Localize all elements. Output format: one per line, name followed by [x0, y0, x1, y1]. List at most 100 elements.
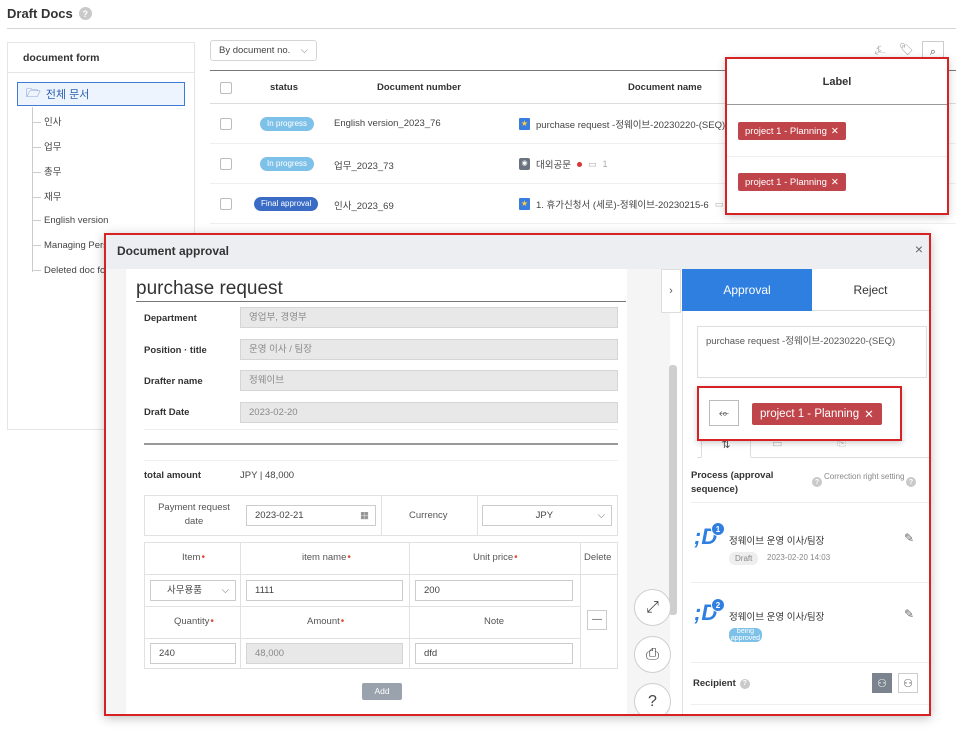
label-tag[interactable]: project 1 - Planning ✕: [738, 122, 846, 140]
note-input[interactable]: dfd: [415, 643, 573, 664]
document-number[interactable]: English version_2023_76: [334, 118, 441, 129]
item-name-header: item name: [302, 552, 351, 563]
divider: [144, 429, 618, 430]
payment-date-label: Payment request date: [158, 502, 230, 527]
edit-pencil-icon[interactable]: ✎: [904, 607, 914, 621]
select-all-checkbox[interactable]: [220, 82, 232, 94]
sidebar-item-finance[interactable]: 재무: [32, 189, 61, 203]
note-header: Note: [484, 616, 505, 627]
add-user-icon[interactable]: ⚇: [898, 673, 918, 693]
sidebar-root-folder[interactable]: 🗁 전체 문서: [17, 82, 185, 106]
tab-reject[interactable]: Reject: [812, 269, 929, 311]
item-select-value: 사무용품: [167, 585, 202, 596]
correction-label[interactable]: Correction right setting: [824, 471, 908, 483]
divider: [381, 495, 382, 536]
add-recipient-icon[interactable]: ⚇: [872, 673, 892, 693]
currency-select[interactable]: JPY ⌵: [482, 505, 612, 526]
recipient-label: Recipient: [693, 678, 736, 689]
close-icon[interactable]: ✕: [831, 177, 839, 188]
label-popup-title: Label: [727, 59, 947, 105]
close-icon[interactable]: ✕: [831, 126, 839, 137]
document-name[interactable]: 1. 휴가신청서 (세로)-정웨이브-20230215-6: [536, 197, 709, 211]
sidebar-item-managing[interactable]: Managing Pers: [32, 240, 108, 251]
label-tag[interactable]: project 1 - Planning ✕: [738, 173, 846, 191]
quantity-header: Quantity: [174, 616, 214, 627]
process-title: Process (approval sequence): [691, 470, 774, 495]
expand-icon[interactable]: ⤢: [634, 589, 671, 626]
subject-textarea[interactable]: purchase request -정웨이브-20230220-(SEQ): [697, 326, 927, 378]
department-field: 영업부, 경영부: [240, 307, 618, 328]
item-select[interactable]: 사무용품 ⌵: [150, 580, 236, 601]
row-checkbox[interactable]: [220, 118, 232, 130]
help-icon[interactable]: ?: [78, 7, 92, 20]
payment-date-value: 2023-02-21: [255, 510, 304, 521]
amount-field: 48,000: [246, 643, 403, 664]
approver-order-badge: 2: [711, 598, 725, 612]
sidebar-header: document form: [8, 43, 194, 73]
delete-row-button[interactable]: —: [587, 610, 607, 630]
document-number[interactable]: 업무_2023_73: [334, 158, 394, 172]
position-field: 운영 이사 / 팀장: [240, 339, 618, 360]
divider: [144, 638, 580, 639]
modal-header: [106, 235, 929, 269]
sidebar-item-deleted[interactable]: Deleted doc fo: [32, 265, 105, 276]
calendar-icon[interactable]: ▦: [360, 506, 369, 525]
chevron-down-icon: ⌵: [221, 585, 229, 596]
item-header: Item: [182, 552, 205, 563]
sidebar-item-general[interactable]: 총무: [32, 164, 61, 178]
label-tag[interactable]: project 1 - Planning ✕: [752, 403, 882, 425]
favorite-doc-icon: ★: [519, 198, 530, 210]
scrollbar-thumb[interactable]: [669, 365, 677, 615]
approver-name: 정웨이브 운영 이사/팀장: [729, 536, 825, 547]
help-icon[interactable]: ?: [906, 477, 916, 487]
collapse-panel-icon[interactable]: ›: [661, 269, 681, 313]
page-title-text: Draft Docs: [7, 6, 73, 21]
row-checkbox[interactable]: [220, 158, 232, 170]
label-tag-text: project 1 - Planning: [745, 176, 827, 188]
document-name[interactable]: 대외공문: [536, 157, 571, 171]
col-document-number: Document number: [377, 81, 461, 93]
help-doc-icon[interactable]: ?: [634, 683, 671, 714]
close-icon[interactable]: ×: [915, 241, 923, 257]
tab-approval[interactable]: Approval: [682, 269, 812, 311]
unread-dot-icon: [576, 161, 582, 167]
drafter-label: Drafter name: [144, 376, 203, 387]
edit-pencil-icon[interactable]: ✎: [904, 531, 914, 545]
divider: [580, 542, 581, 669]
item-name-input[interactable]: 1111: [246, 580, 403, 601]
print-icon[interactable]: ⎙: [634, 636, 671, 673]
label-tag-text: project 1 - Planning: [760, 408, 860, 420]
document-name[interactable]: purchase request -정웨이브-20230220-(SEQ): [536, 117, 725, 131]
sidebar-root-label: 전체 문서: [45, 89, 90, 101]
department-label: Department: [144, 313, 197, 324]
approver-time: 2023-02-20 14:03: [767, 553, 831, 562]
status-badge: In progress: [260, 157, 315, 171]
drafter-field: 정웨이브: [240, 370, 618, 391]
divider: [409, 542, 410, 669]
sidebar-item-english[interactable]: English version: [32, 215, 108, 226]
help-icon[interactable]: ?: [739, 678, 750, 689]
divider: [144, 443, 618, 445]
add-button[interactable]: Add: [362, 683, 402, 700]
recipient-label-wrap: Recipient ?: [693, 678, 750, 689]
divider: [144, 574, 618, 575]
unit-price-input[interactable]: 200: [415, 580, 573, 601]
status-badge: In progress: [260, 117, 315, 131]
divider: [144, 606, 580, 607]
row-checkbox[interactable]: [220, 198, 232, 210]
quantity-input[interactable]: 240: [150, 643, 236, 664]
divider: [240, 542, 241, 669]
label-popup: Label project 1 - Planning ✕ project 1 -…: [725, 57, 949, 215]
sidebar-item-hr[interactable]: 인사: [32, 114, 61, 128]
help-icon[interactable]: ?: [812, 477, 822, 487]
label-highlight: ⬰ project 1 - Planning ✕: [697, 386, 902, 441]
position-label: Position · title: [144, 345, 207, 356]
search-type-select[interactable]: By document no. ⌵: [210, 40, 317, 61]
tag-icon[interactable]: ⬰: [709, 400, 739, 426]
modal-title: Document approval: [117, 244, 230, 258]
draft-date-field: 2023-02-20: [240, 402, 618, 423]
payment-date-input[interactable]: 2023-02-21 ▦: [246, 505, 376, 526]
close-icon[interactable]: ✕: [864, 407, 874, 421]
sidebar-item-business[interactable]: 업무: [32, 139, 61, 153]
document-number[interactable]: 인사_2023_69: [334, 198, 394, 212]
